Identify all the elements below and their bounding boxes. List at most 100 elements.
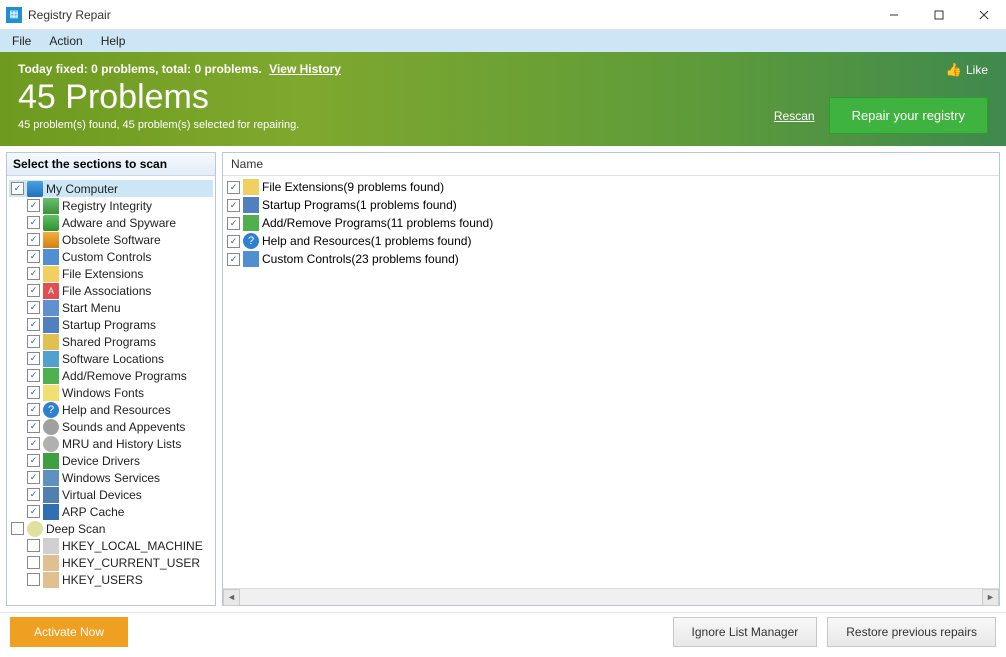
- tree-item-file-associations[interactable]: AFile Associations: [9, 282, 213, 299]
- checkbox[interactable]: [27, 539, 40, 552]
- header-actions: Rescan Repair your registry: [774, 97, 988, 134]
- minimize-button[interactable]: [871, 0, 916, 30]
- checkbox[interactable]: [227, 181, 240, 194]
- checkbox[interactable]: [27, 352, 40, 365]
- checkbox[interactable]: [27, 573, 40, 586]
- like-button[interactable]: 👍 Like: [946, 62, 988, 78]
- tree-item-drivers[interactable]: Device Drivers: [9, 452, 213, 469]
- tree[interactable]: My Computer Registry Integrity Adware an…: [7, 176, 215, 605]
- tree-label: HKEY_LOCAL_MACHINE: [62, 539, 203, 553]
- problems-title: 45 Problems: [18, 78, 341, 117]
- computer-icon: [27, 181, 43, 197]
- result-item-help[interactable]: ?Help and Resources(1 problems found): [227, 232, 995, 250]
- menu-help[interactable]: Help: [93, 32, 134, 50]
- mru-icon: [43, 436, 59, 452]
- result-label: Help and Resources(1 problems found): [262, 234, 471, 248]
- checkbox[interactable]: [27, 250, 40, 263]
- activate-button[interactable]: Activate Now: [10, 617, 128, 647]
- checkbox[interactable]: [27, 267, 40, 280]
- tree-item-virtual[interactable]: Virtual Devices: [9, 486, 213, 503]
- tree-root-mycomputer[interactable]: My Computer: [9, 180, 213, 197]
- menu-action[interactable]: Action: [41, 32, 90, 50]
- tree-item-mru[interactable]: MRU and History Lists: [9, 435, 213, 452]
- tree-item-startup[interactable]: Startup Programs: [9, 316, 213, 333]
- checkbox[interactable]: [27, 318, 40, 331]
- checkbox[interactable]: [27, 199, 40, 212]
- window-title: Registry Repair: [28, 8, 871, 22]
- checkbox[interactable]: [27, 403, 40, 416]
- checkbox[interactable]: [27, 420, 40, 433]
- ignore-list-button[interactable]: Ignore List Manager: [673, 617, 818, 647]
- tree-item-sounds[interactable]: Sounds and Appevents: [9, 418, 213, 435]
- tree-label: Registry Integrity: [62, 199, 152, 213]
- sounds-icon: [43, 419, 59, 435]
- checkbox[interactable]: [27, 556, 40, 569]
- results-list[interactable]: File Extensions(9 problems found) Startu…: [223, 176, 999, 588]
- tree-label: Software Locations: [62, 352, 164, 366]
- fonts-icon: [43, 385, 59, 401]
- checkbox[interactable]: [27, 301, 40, 314]
- tree-label: Obsolete Software: [62, 233, 161, 247]
- checkbox[interactable]: [27, 216, 40, 229]
- checkbox[interactable]: [27, 386, 40, 399]
- results-column-header[interactable]: Name: [223, 153, 999, 176]
- scroll-right-arrow[interactable]: ►: [982, 589, 999, 606]
- horizontal-scrollbar[interactable]: ◄ ►: [223, 588, 999, 605]
- tree-label: Windows Fonts: [62, 386, 144, 400]
- tree-label: HKEY_USERS: [62, 573, 143, 587]
- tree-item-start-menu[interactable]: Start Menu: [9, 299, 213, 316]
- checkbox[interactable]: [227, 235, 240, 248]
- tree-item-hklm[interactable]: HKEY_LOCAL_MACHINE: [9, 537, 213, 554]
- tree-item-services[interactable]: Windows Services: [9, 469, 213, 486]
- tree-item-obsolete[interactable]: Obsolete Software: [9, 231, 213, 248]
- tree-deep-scan[interactable]: Deep Scan: [9, 520, 213, 537]
- result-item-startup[interactable]: Startup Programs(1 problems found): [227, 196, 995, 214]
- tree-item-registry-integrity[interactable]: Registry Integrity: [9, 197, 213, 214]
- tree-label: My Computer: [46, 182, 118, 196]
- result-item-addremove[interactable]: Add/Remove Programs(11 problems found): [227, 214, 995, 232]
- tree-item-shared[interactable]: Shared Programs: [9, 333, 213, 350]
- tree-item-arp[interactable]: ARP Cache: [9, 503, 213, 520]
- tree-label: Windows Services: [62, 471, 160, 485]
- checkbox[interactable]: [27, 488, 40, 501]
- help-icon: ?: [243, 233, 259, 249]
- result-item-custom[interactable]: Custom Controls(23 problems found): [227, 250, 995, 268]
- tree-item-file-extensions[interactable]: File Extensions: [9, 265, 213, 282]
- checkbox[interactable]: [27, 454, 40, 467]
- close-button[interactable]: [961, 0, 1006, 30]
- checkbox[interactable]: [27, 335, 40, 348]
- tree-item-help[interactable]: ?Help and Resources: [9, 401, 213, 418]
- tree-item-adware[interactable]: Adware and Spyware: [9, 214, 213, 231]
- tree-item-addremove[interactable]: Add/Remove Programs: [9, 367, 213, 384]
- obsolete-icon: [43, 232, 59, 248]
- checkbox[interactable]: [27, 233, 40, 246]
- checkbox[interactable]: [227, 217, 240, 230]
- maximize-button[interactable]: [916, 0, 961, 30]
- scroll-left-arrow[interactable]: ◄: [223, 589, 240, 606]
- checkbox[interactable]: [11, 182, 24, 195]
- restore-button[interactable]: Restore previous repairs: [827, 617, 996, 647]
- checkbox[interactable]: [227, 253, 240, 266]
- rescan-link[interactable]: Rescan: [774, 109, 815, 123]
- result-label: Add/Remove Programs(11 problems found): [262, 216, 493, 230]
- checkbox[interactable]: [227, 199, 240, 212]
- repair-button[interactable]: Repair your registry: [829, 97, 988, 134]
- summary: Today fixed: 0 problems, total: 0 proble…: [18, 62, 341, 76]
- checkbox[interactable]: [27, 369, 40, 382]
- menu-file[interactable]: File: [4, 32, 39, 50]
- tree-item-hkcu[interactable]: HKEY_CURRENT_USER: [9, 554, 213, 571]
- tree-item-software-locations[interactable]: Software Locations: [9, 350, 213, 367]
- checkbox[interactable]: [27, 284, 40, 297]
- view-history-link[interactable]: View History: [269, 62, 341, 76]
- tree-item-custom-controls[interactable]: Custom Controls: [9, 248, 213, 265]
- softloc-icon: [43, 351, 59, 367]
- checkbox[interactable]: [27, 437, 40, 450]
- drivers-icon: [43, 453, 59, 469]
- checkbox[interactable]: [27, 471, 40, 484]
- checkbox[interactable]: [27, 505, 40, 518]
- checkbox[interactable]: [11, 522, 24, 535]
- tree-item-hku[interactable]: HKEY_USERS: [9, 571, 213, 588]
- tree-item-fonts[interactable]: Windows Fonts: [9, 384, 213, 401]
- tree-label: Help and Resources: [62, 403, 171, 417]
- result-item-file-extensions[interactable]: File Extensions(9 problems found): [227, 178, 995, 196]
